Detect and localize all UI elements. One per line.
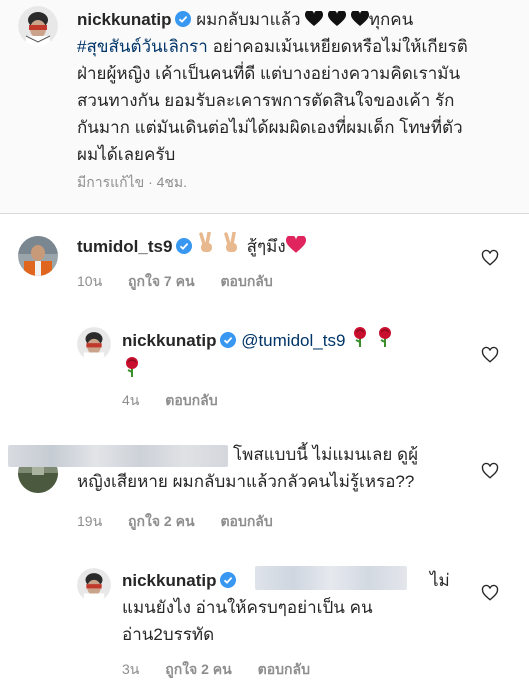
black-heart-icon	[305, 11, 324, 26]
comment-likes[interactable]: ถูกใจ 7 คน	[128, 273, 195, 289]
verified-badge-icon	[220, 332, 237, 348]
comment-text: สู้ๆมึง	[246, 237, 286, 256]
rose-icon	[126, 357, 138, 377]
like-heart-icon[interactable]	[481, 346, 499, 364]
caption-intro: ผมกลับมาแล้ว	[196, 10, 301, 29]
comment-text: อ่าน2บรรทัด	[122, 625, 215, 644]
victory-hand-icon	[224, 232, 237, 252]
comment-likes[interactable]: ถูกใจ 2 คน	[165, 661, 232, 677]
caption-username[interactable]: nickkunatip	[77, 10, 171, 29]
like-heart-icon[interactable]	[481, 584, 499, 602]
black-heart-icon	[350, 11, 369, 26]
comment-2: nickkunatip @tumidol_ts9	[122, 326, 395, 384]
like-heart-icon[interactable]	[481, 462, 499, 480]
comment-1: tumidol_ts9 สู้ๆมึง	[77, 232, 306, 260]
comment-text: ไม่	[430, 571, 450, 590]
caption-line: กันมาก แต่มันเดินต่อไม่ได้ผมผิดเองที่ผมเ…	[77, 118, 463, 137]
comment-time: 10น	[77, 273, 103, 289]
hashtag-link[interactable]: #สุขสันต์วันเลิกรา	[77, 37, 208, 56]
victory-hand-icon	[199, 232, 213, 252]
avatar[interactable]	[77, 568, 111, 602]
caption-text: nickkunatip ผมกลับมาแล้ว ทุกคน #สุขสันต์…	[77, 6, 517, 168]
verified-badge-icon	[220, 572, 237, 588]
comment-username[interactable]: nickkunatip	[122, 331, 216, 350]
caption-line1-rest: อย่าคอมเม้นเหยียดหรือไม่ให้เกียรติ	[207, 37, 468, 56]
reply-button[interactable]: ตอบกลับ	[220, 513, 272, 529]
verified-badge-icon	[175, 11, 192, 27]
rose-icon	[378, 327, 391, 347]
avatar-image	[18, 236, 58, 276]
avatar-image	[77, 327, 111, 361]
comment-username[interactable]: tumidol_ts9	[77, 237, 172, 256]
comment-time: 19น	[77, 513, 103, 529]
comment-username[interactable]: nickkunatip	[122, 571, 216, 590]
comment-3: โพสแบบนี้ ไม่แมนเลย ดูผู้ หญิงเสียหาย ผม…	[77, 441, 418, 495]
avatar-image	[18, 6, 58, 46]
comment-time: 4น	[122, 392, 140, 408]
reply-button[interactable]: ตอบกลับ	[165, 392, 217, 408]
comment-4: nickkunatip ไม่ แมนยังไง อ่านให้ครบๆอย่าเ…	[122, 567, 450, 648]
caption-after-hearts: ทุกคน	[368, 10, 414, 29]
comment-text: โพสแบบนี้ ไม่แมนเลย ดูผู้	[233, 445, 419, 464]
caption-line: ผมได้เลยครับ	[77, 145, 176, 164]
rose-icon	[354, 327, 367, 347]
caption-meta: มีการแก้ไข · 4ชม.	[77, 174, 188, 190]
comment-meta: 10น ถูกใจ 7 คน ตอบกลับ	[77, 271, 295, 293]
caption-line: ฝ่ายผู้หญิง เค้าเป็นคนที่ดี แต่บางอย่างค…	[77, 64, 461, 83]
reply-button[interactable]: ตอบกลับ	[258, 661, 310, 677]
divider	[0, 213, 529, 214]
comment-text: หญิงเสียหาย ผมกลับมาแล้วกลัวคนไม่รู้เหรอ…	[77, 472, 415, 491]
comment-text: แมนยังไง อ่านให้ครบๆอย่าเป็น คน	[122, 598, 373, 617]
comment-meta: 4น ตอบกลับ	[122, 390, 240, 412]
comment-time: 3น	[122, 661, 140, 677]
avatar[interactable]	[18, 236, 58, 276]
red-heart-icon	[285, 236, 306, 253]
verified-badge-icon	[176, 238, 193, 254]
comment-meta: 19น ถูกใจ 2 คน ตอบกลับ	[77, 511, 295, 533]
avatar[interactable]	[77, 327, 111, 361]
caption-line: สวนทางกัน ยอมรับละเคารพการตัดสินใจของเค้…	[77, 91, 455, 110]
like-heart-icon[interactable]	[481, 249, 499, 267]
avatar-image	[77, 568, 111, 602]
mention-link[interactable]: @tumidol_ts9	[241, 331, 345, 350]
black-heart-icon	[328, 11, 347, 26]
avatar[interactable]	[18, 6, 58, 46]
reply-button[interactable]: ตอบกลับ	[220, 273, 272, 289]
comment-meta: 3น ถูกใจ 2 คน ตอบกลับ	[122, 659, 332, 681]
comment-likes[interactable]: ถูกใจ 2 คน	[128, 513, 195, 529]
